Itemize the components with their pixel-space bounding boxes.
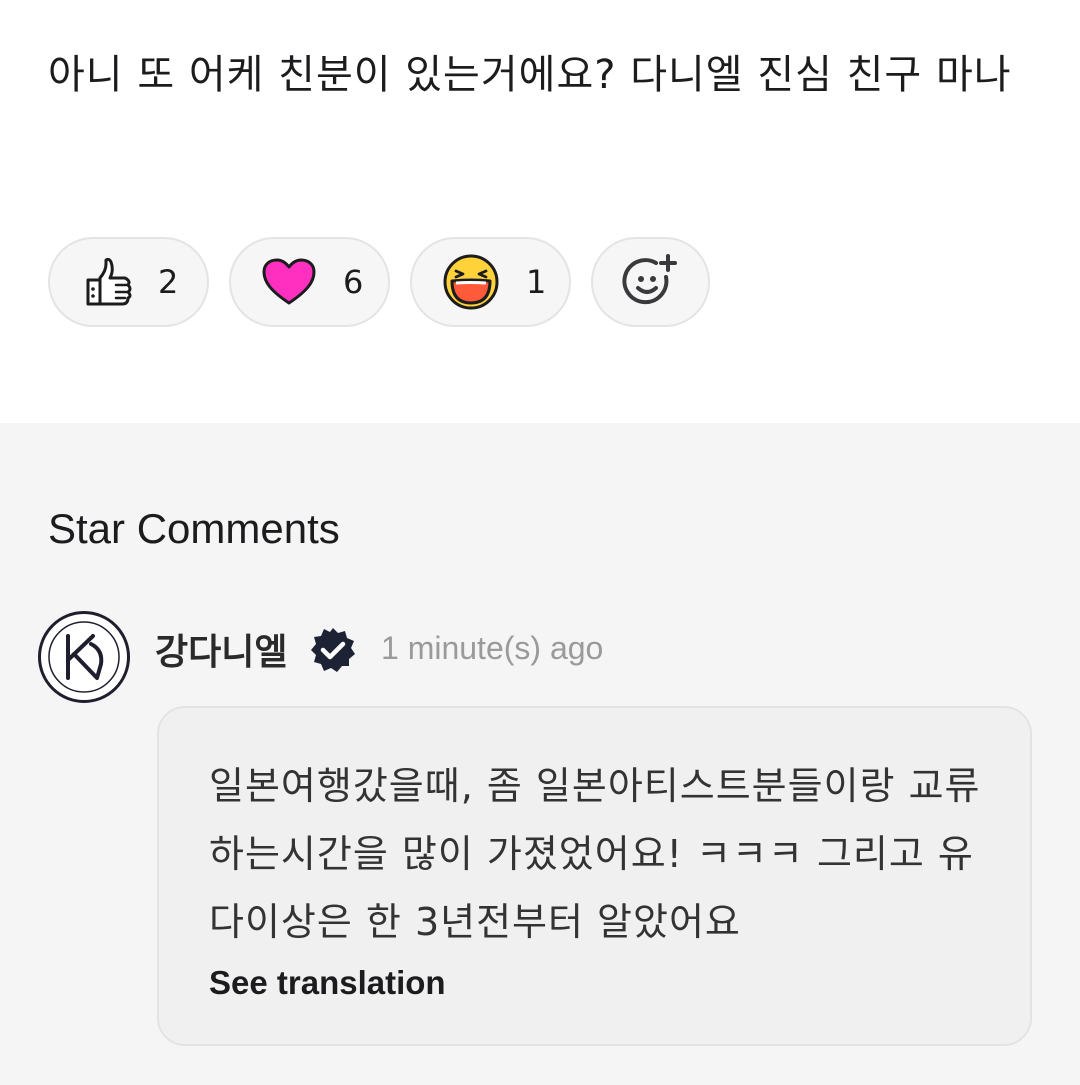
avatar[interactable] — [38, 611, 130, 703]
reaction-heart-button[interactable]: 6 — [229, 237, 390, 327]
post-text: 아니 또 어케 친분이 있는거에요? 다니엘 진심 친구 마나 — [48, 52, 1012, 98]
reaction-bar: 2 6 1 — [48, 237, 710, 327]
post: 아니 또 어케 친분이 있는거에요? 다니엘 진심 친구 마나 2 6 1 — [0, 0, 1080, 423]
reaction-thumbs-up-button[interactable]: 2 — [48, 237, 209, 327]
comment-text: 일본여행갔을때, 좀 일본아티스트분들이랑 교류하는시간을 많이 가졌었어요! … — [209, 764, 981, 944]
reaction-count: 2 — [158, 263, 179, 301]
comment-bubble: 일본여행갔을때, 좀 일본아티스트분들이랑 교류하는시간을 많이 가졌었어요! … — [157, 706, 1032, 1046]
reaction-laugh-button[interactable]: 1 — [410, 237, 571, 327]
see-translation-link[interactable]: See translation — [209, 964, 446, 1002]
star-comments-section: Star Comments 강다니엘 1 minute(s) ago 일본여행갔… — [0, 423, 1080, 1085]
section-title: Star Comments — [48, 505, 340, 552]
thumbs-up-icon — [80, 254, 132, 310]
add-emoji-icon — [621, 253, 680, 311]
reaction-count: 6 — [343, 263, 364, 301]
comment-author-name[interactable]: 강다니엘 — [155, 623, 287, 675]
add-reaction-button[interactable] — [591, 237, 710, 327]
laughing-face-icon — [442, 253, 500, 311]
verified-badge-icon — [308, 625, 358, 679]
comment-timestamp: 1 minute(s) ago — [381, 630, 604, 666]
reaction-count: 1 — [526, 263, 547, 301]
heart-icon — [261, 257, 317, 307]
